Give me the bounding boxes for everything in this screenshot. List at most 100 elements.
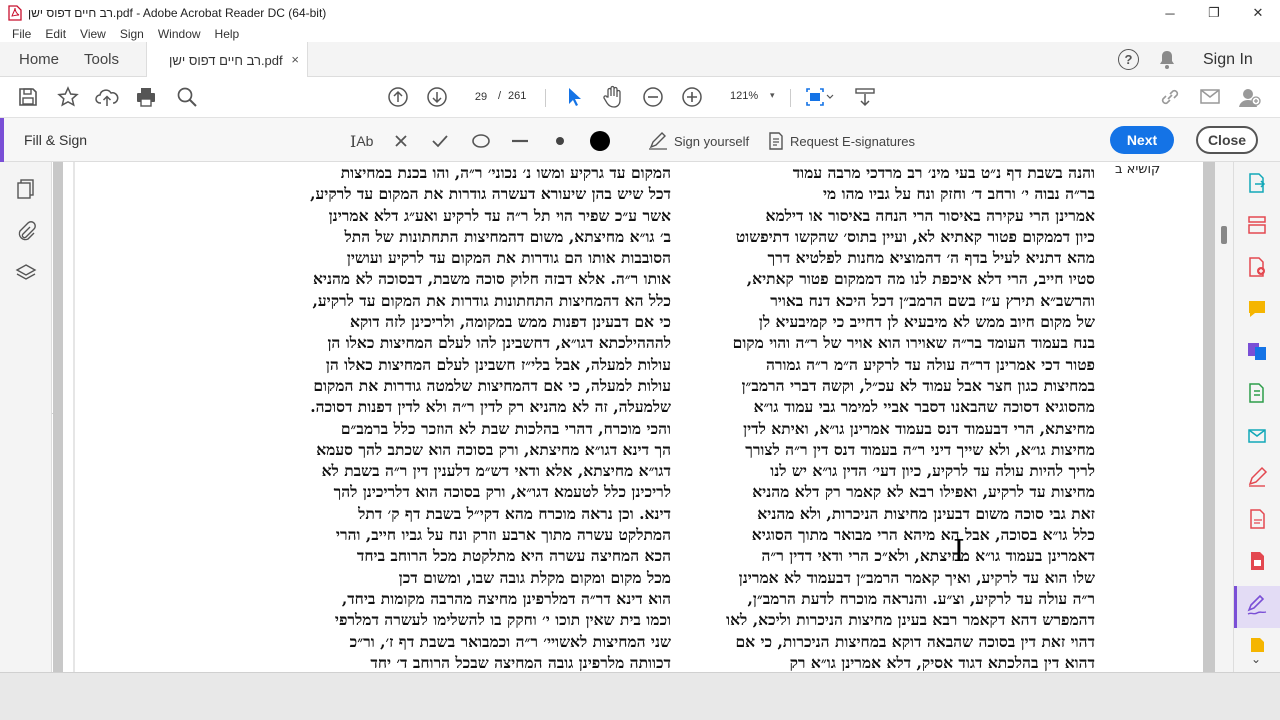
text-line: המתלקט עשרה מתוך ארבע וזרק ונח על גביו ח… bbox=[335, 525, 671, 545]
text-line: דכוותה מלרפינן גובה המחיצה שבכל הרוחב ד׳… bbox=[370, 652, 671, 672]
text-line: והרשב״א תירץ ע״ז בשם הרמב״ן דכל היכא דנח… bbox=[770, 290, 1095, 310]
text-line: מהסוגיא דסוכה שהבאנו דסבר אביי למימר גבי… bbox=[753, 397, 1095, 417]
organize-pages-icon[interactable] bbox=[1246, 214, 1268, 236]
ellipse-tool[interactable] bbox=[471, 130, 491, 152]
text-line: עולות למעלה, כי אם דהמחיצות שלמטה גודרות… bbox=[313, 375, 671, 395]
scrollbar-thumb[interactable] bbox=[1221, 226, 1227, 244]
menu-sign[interactable]: Sign bbox=[120, 27, 144, 41]
menu-bar: File Edit View Sign Window Help bbox=[0, 26, 1280, 42]
next-button[interactable]: Next bbox=[1110, 126, 1174, 154]
zoom-dropdown-icon[interactable]: ▾ bbox=[770, 90, 775, 101]
protect-pdf-icon[interactable] bbox=[1246, 508, 1268, 530]
text-line: וכמו בית שאין תוכו י׳ וחקק בו להשלימו לע… bbox=[334, 610, 671, 630]
menu-help[interactable]: Help bbox=[215, 27, 240, 41]
add-user-icon[interactable] bbox=[1238, 85, 1262, 109]
email-icon[interactable] bbox=[1198, 85, 1222, 109]
text-line: לריך להיות עולה עד לרקיע, כיון דעי׳ הדין… bbox=[770, 461, 1095, 481]
nav-home[interactable]: Home bbox=[19, 51, 59, 68]
cross-mark-tool[interactable] bbox=[393, 130, 409, 152]
menu-view[interactable]: View bbox=[80, 27, 106, 41]
minimize-button[interactable]: ─ bbox=[1148, 0, 1192, 26]
text-line: שלמעלה, זה לא מהניא רק לדין ר״ה ולא לדין… bbox=[310, 397, 671, 417]
cloud-upload-icon[interactable] bbox=[95, 85, 119, 109]
layers-icon[interactable] bbox=[15, 262, 37, 284]
zoom-level[interactable]: 121% bbox=[730, 90, 758, 102]
document-sign-icon bbox=[769, 132, 783, 150]
dot-tool[interactable] bbox=[554, 130, 566, 152]
pen-sign-icon bbox=[649, 132, 667, 150]
menu-window[interactable]: Window bbox=[158, 27, 201, 41]
chevron-down-icon[interactable]: ⌄ bbox=[1251, 652, 1261, 666]
add-text-label: Ab bbox=[356, 133, 374, 149]
cross-mark-icon bbox=[395, 135, 407, 147]
fill-sign-accent bbox=[0, 118, 4, 162]
sign-yourself-button[interactable]: Sign yourself bbox=[648, 130, 749, 152]
next-page-icon[interactable] bbox=[425, 85, 449, 109]
restore-button[interactable]: ❐ bbox=[1192, 0, 1236, 26]
line-tool[interactable] bbox=[511, 130, 529, 152]
request-esignatures-button[interactable]: Request E-signatures bbox=[768, 130, 915, 152]
vertical-scrollbar[interactable] bbox=[1215, 162, 1233, 672]
bell-icon[interactable] bbox=[1158, 50, 1176, 70]
right-tools-panel: ⌄ bbox=[1233, 162, 1280, 672]
zoom-in-icon[interactable] bbox=[680, 85, 704, 109]
close-button[interactable]: Close bbox=[1196, 126, 1258, 154]
text-line: ב׳ גו״א מחיצתא, משום דהמחיצות התחתונות ש… bbox=[344, 226, 672, 246]
text-line: פטור דכי אמרינן דר״ה עולה עד לרקיע ה״מ ר… bbox=[765, 354, 1095, 374]
select-cursor-icon[interactable] bbox=[562, 85, 586, 109]
combine-files-icon[interactable] bbox=[1246, 340, 1268, 362]
text-line: והכי מוכרח, דהרי בהלכות שבת לא הוזכר כלל… bbox=[340, 418, 671, 438]
attachments-icon[interactable] bbox=[15, 220, 37, 242]
text-line: להההילכתא דגו״א, דחשבינן להו לעלם המחיצו… bbox=[327, 333, 671, 353]
text-cursor-icon: I bbox=[953, 534, 965, 569]
window-title: רב חיים דפוס ישן.pdf - Adobe Acrobat Rea… bbox=[28, 6, 327, 20]
previous-page-icon[interactable] bbox=[386, 85, 410, 109]
nav-tools[interactable]: Tools bbox=[84, 51, 119, 68]
close-tab-icon[interactable]: × bbox=[291, 52, 299, 67]
text-line: מכל מקום ומקום מקלת גובה שבו, ומשום דכן bbox=[398, 567, 671, 587]
checkmark-tool[interactable] bbox=[431, 130, 449, 152]
close-window-button[interactable]: ✕ bbox=[1236, 0, 1280, 26]
star-icon[interactable] bbox=[56, 85, 80, 109]
document-viewer[interactable]: והנה בשבת דף נ״ט בעי מינ׳ רב מרדכי מרבה … bbox=[53, 162, 1215, 672]
tab-bar: Home Tools רב חיים דפוס ישן.pdf × ? Sign… bbox=[0, 42, 1280, 78]
text-line: ר״ה עולה עד לרקיע, וצ״ע. והנראה מוכרח לד… bbox=[747, 588, 1095, 608]
text-line: סטיו חייב, הרי דלא איכפת לנו מה דממקום פ… bbox=[746, 269, 1095, 289]
search-icon[interactable] bbox=[175, 85, 199, 109]
page-thumbnails-icon[interactable] bbox=[15, 178, 37, 200]
zoom-out-icon[interactable] bbox=[641, 85, 665, 109]
create-pdf-icon[interactable] bbox=[1246, 256, 1268, 278]
print-production-icon[interactable] bbox=[1246, 550, 1268, 572]
sign-in-link[interactable]: Sign In bbox=[1203, 51, 1253, 69]
menu-file[interactable]: File bbox=[12, 27, 31, 41]
page-number-input[interactable] bbox=[466, 87, 496, 107]
scroll-mode-icon[interactable] bbox=[853, 85, 877, 109]
line-icon bbox=[512, 139, 528, 143]
fill-sign-icon[interactable] bbox=[1246, 594, 1268, 616]
print-icon[interactable] bbox=[134, 85, 158, 109]
text-line: הך דינא דגו״א מחיצתא, ורק בסוכה הוא שכתב… bbox=[316, 439, 671, 459]
color-picker[interactable] bbox=[589, 130, 611, 152]
dot-icon bbox=[556, 137, 564, 145]
export-pdf-icon[interactable] bbox=[1246, 172, 1268, 194]
text-line: כלל גו״א בסוכה, אבל הא מיהא הרי מבואר מת… bbox=[751, 525, 1095, 545]
compress-pdf-icon[interactable] bbox=[1246, 382, 1268, 404]
menu-edit[interactable]: Edit bbox=[45, 27, 66, 41]
hand-tool-icon[interactable] bbox=[601, 85, 625, 109]
send-for-review-icon[interactable] bbox=[1246, 424, 1268, 446]
text-line: דהוא דין בהלכתא דגוד אסיק, דלא אמרינן גו… bbox=[789, 652, 1095, 672]
main-toolbar: / 261 121% ▾ bbox=[0, 77, 1280, 118]
document-tab-label: רב חיים דפוס ישן.pdf bbox=[169, 53, 283, 68]
page-total: 261 bbox=[508, 90, 527, 102]
comment-icon[interactable] bbox=[1246, 298, 1268, 320]
save-icon[interactable] bbox=[16, 85, 40, 109]
document-tab[interactable]: רב חיים דפוס ישן.pdf × bbox=[146, 42, 308, 78]
text-line: כלל הא דהמחיצות התחתונות גודרות את המקום… bbox=[312, 290, 672, 310]
page-fit-icon[interactable] bbox=[804, 85, 834, 109]
help-icon[interactable]: ? bbox=[1118, 49, 1139, 70]
toolbar-divider bbox=[545, 89, 546, 107]
text-line: דהמפרש דהא דקאמר רבא בעינן מחיצות הניכרו… bbox=[726, 610, 1095, 630]
link-icon[interactable] bbox=[1158, 85, 1182, 109]
add-text-tool[interactable]: I Ab bbox=[350, 130, 373, 152]
edit-pdf-icon[interactable] bbox=[1246, 466, 1268, 488]
